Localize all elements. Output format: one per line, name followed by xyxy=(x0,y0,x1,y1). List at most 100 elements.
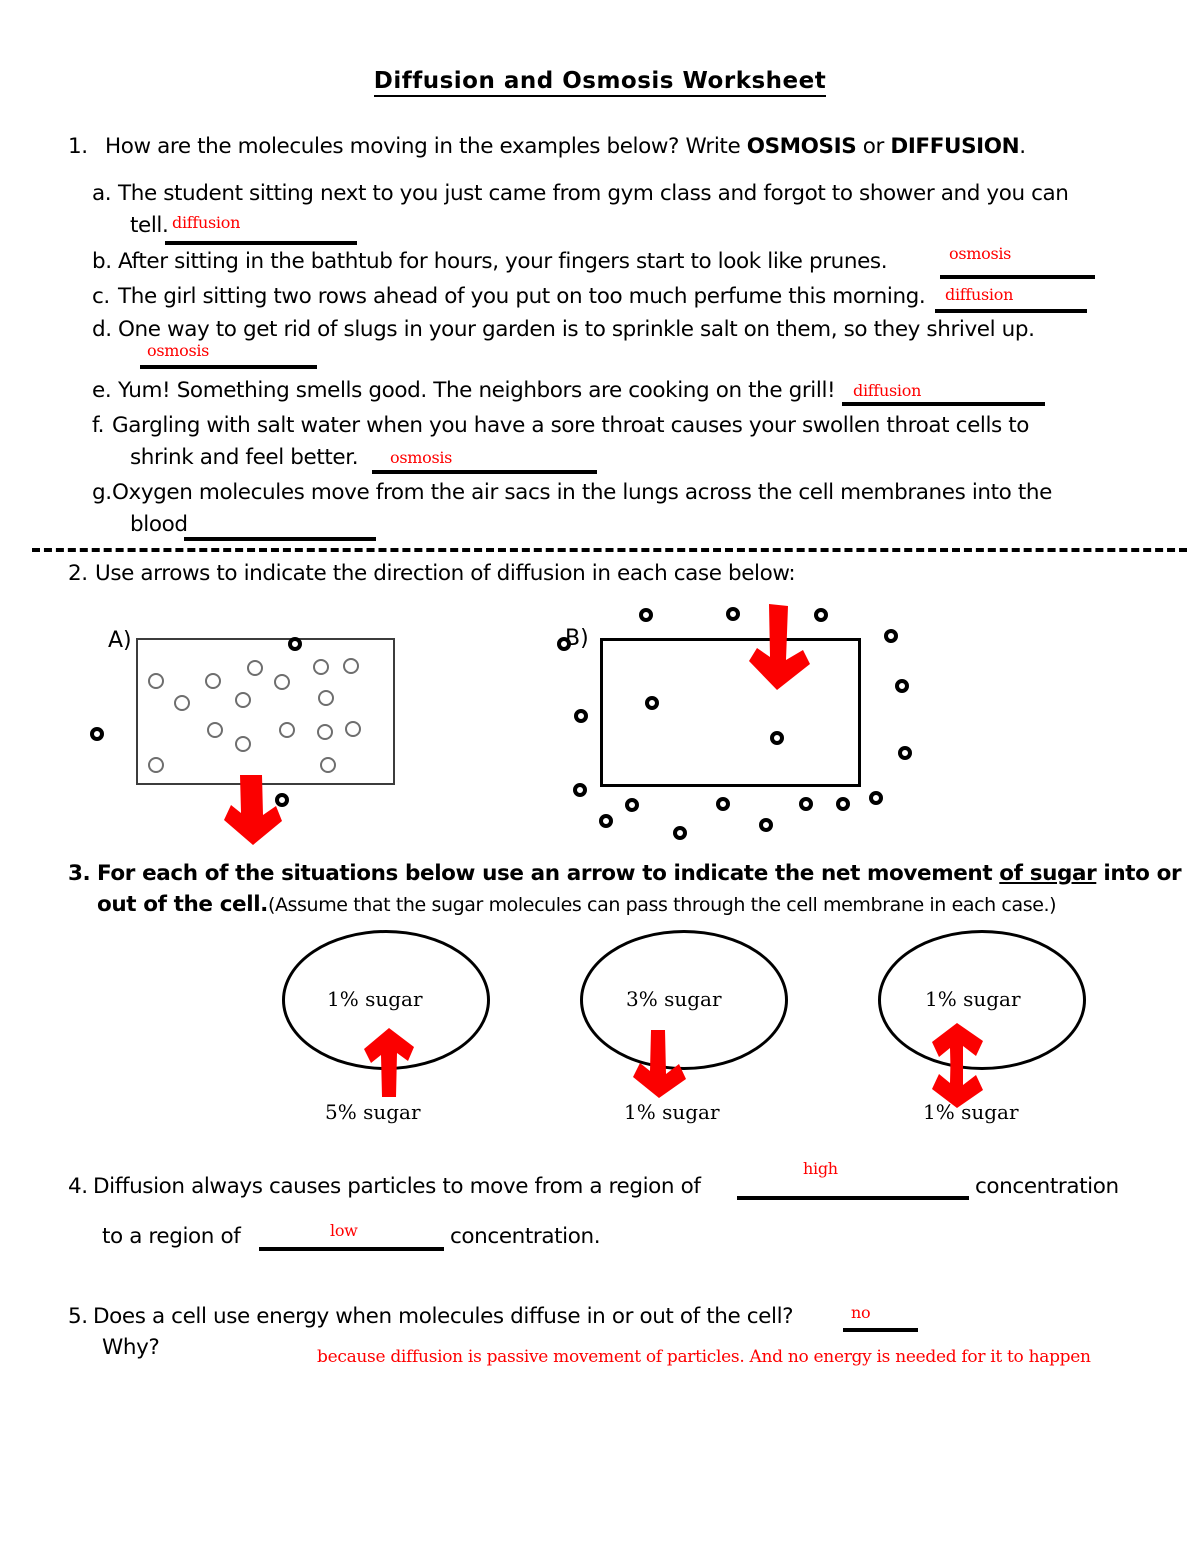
molecule-outside xyxy=(759,818,773,832)
molecule-outside xyxy=(799,797,813,811)
question-4-line2-post: concentration. xyxy=(450,1224,601,1249)
item-c-line1: The girl sitting two rows ahead of you p… xyxy=(118,284,926,309)
question-4-answer-1[interactable]: high xyxy=(803,1159,838,1178)
item-b-letter: b. xyxy=(92,249,112,274)
molecule-inside xyxy=(148,757,164,773)
item-e-line1: Yum! Something smells good. The neighbor… xyxy=(118,378,836,403)
diagram-a-arrow-icon xyxy=(224,775,282,845)
question-3-number: 3. xyxy=(68,861,91,886)
molecule-outside xyxy=(288,637,302,651)
item-f-blank[interactable] xyxy=(372,470,597,474)
item-a-answer[interactable]: diffusion xyxy=(172,213,240,232)
molecule-inside xyxy=(313,659,329,675)
molecule-inside xyxy=(247,660,263,676)
molecule-inside xyxy=(343,658,359,674)
molecule-inside xyxy=(174,695,190,711)
item-b-line1: After sitting in the bathtub for hours, … xyxy=(118,249,888,274)
item-e-blank[interactable] xyxy=(842,402,1045,406)
question-3-prompt-line2: out of the cell.(Assume that the sugar m… xyxy=(97,892,1057,917)
item-e-answer[interactable]: diffusion xyxy=(853,381,921,400)
molecule-outside xyxy=(726,607,740,621)
section-divider xyxy=(32,548,1187,552)
diagram-a-label: A) xyxy=(108,628,132,653)
question-4-blank-2[interactable] xyxy=(259,1247,444,1251)
question-4-line1-post: concentration xyxy=(975,1174,1119,1199)
molecule-outside xyxy=(836,797,850,811)
q3-prompt-pre: For each of the situations below use an … xyxy=(97,861,1000,886)
question-4-line1-pre: Diffusion always causes particles to mov… xyxy=(93,1174,701,1199)
molecule-inside xyxy=(770,731,784,745)
question-2-prompt: Use arrows to indicate the direction of … xyxy=(95,561,796,586)
molecule-inside xyxy=(345,721,361,737)
item-f-letter: f. xyxy=(92,413,105,438)
question-5-why-label: Why? xyxy=(102,1335,160,1360)
molecule-inside xyxy=(318,690,334,706)
page-title-text: Diffusion and Osmosis Worksheet xyxy=(373,68,827,97)
item-g-letter: g. xyxy=(92,480,112,505)
page-title: Diffusion and Osmosis Worksheet xyxy=(0,68,1200,97)
molecule-outside xyxy=(557,637,571,651)
item-g-blank[interactable] xyxy=(184,537,376,541)
molecule-outside xyxy=(639,608,653,622)
item-d-blank[interactable] xyxy=(140,365,317,369)
molecule-inside xyxy=(235,736,251,752)
item-c-answer[interactable]: diffusion xyxy=(945,285,1013,304)
item-c-letter: c. xyxy=(92,284,110,309)
molecule-inside xyxy=(317,724,333,740)
q3-prompt-line2-bold: out of the cell. xyxy=(97,892,268,917)
item-d-letter: d. xyxy=(92,317,112,342)
q1-prompt-pre: How are the molecules moving in the exam… xyxy=(105,134,747,159)
cell-2-inside-label: 3% sugar xyxy=(626,987,722,1011)
molecule-outside xyxy=(90,727,104,741)
molecule-outside xyxy=(574,709,588,723)
question-1-prompt: How are the molecules moving in the exam… xyxy=(105,135,1026,159)
item-a-line2: tell. xyxy=(130,213,169,238)
cell-2-outside-label: 1% sugar xyxy=(624,1100,720,1124)
question-5-blank[interactable] xyxy=(843,1328,918,1332)
item-d-answer[interactable]: osmosis xyxy=(147,341,209,360)
molecule-inside xyxy=(235,692,251,708)
q1-prompt-mid: or xyxy=(856,134,891,159)
molecule-inside xyxy=(645,696,659,710)
cell-3-inside-label: 1% sugar xyxy=(925,987,1021,1011)
q1-prompt-end: . xyxy=(1019,134,1026,159)
item-a-letter: a. xyxy=(92,181,112,206)
q3-prompt-note: (Assume that the sugar molecules can pas… xyxy=(267,894,1057,916)
item-f-line2: shrink and feel better. xyxy=(130,445,359,470)
q1-keyword-osmosis: OSMOSIS xyxy=(746,134,857,159)
item-b-blank[interactable] xyxy=(940,275,1095,279)
question-5-answer-short[interactable]: no xyxy=(851,1303,871,1322)
cell-1-outside-label: 5% sugar xyxy=(325,1100,421,1124)
item-a-blank[interactable] xyxy=(165,241,357,245)
item-a-line1: The student sitting next to you just cam… xyxy=(118,181,1069,206)
molecule-outside xyxy=(599,814,613,828)
molecule-inside xyxy=(274,674,290,690)
item-g-line2: blood xyxy=(130,512,188,537)
item-f-line1: Gargling with salt water when you have a… xyxy=(112,413,1030,438)
molecule-inside xyxy=(320,757,336,773)
question-4-answer-2[interactable]: low xyxy=(330,1221,358,1240)
molecule-outside xyxy=(275,793,289,807)
molecule-outside xyxy=(673,826,687,840)
molecule-inside xyxy=(205,673,221,689)
question-3-prompt-line1: For each of the situations below use an … xyxy=(97,861,1182,886)
cell-3-outside-label: 1% sugar xyxy=(923,1100,1019,1124)
question-2-number: 2. xyxy=(68,561,88,586)
molecule-outside xyxy=(898,746,912,760)
question-4-blank-1[interactable] xyxy=(737,1196,969,1200)
molecule-inside xyxy=(148,673,164,689)
molecule-inside xyxy=(279,722,295,738)
molecule-outside xyxy=(716,797,730,811)
molecule-outside xyxy=(573,783,587,797)
item-f-answer[interactable]: osmosis xyxy=(390,448,452,467)
question-1-number: 1. xyxy=(68,134,88,159)
question-5-number: 5. xyxy=(68,1304,88,1329)
item-g-line1: Oxygen molecules move from the air sacs … xyxy=(112,480,1052,505)
q3-keyword-of-sugar: of sugar xyxy=(999,861,1097,886)
item-b-answer[interactable]: osmosis xyxy=(949,244,1011,263)
item-c-blank[interactable] xyxy=(935,309,1087,313)
cell-1-inside-label: 1% sugar xyxy=(327,987,423,1011)
question-5-prompt: Does a cell use energy when molecules di… xyxy=(93,1304,794,1329)
question-5-answer-long[interactable]: because diffusion is passive movement of… xyxy=(317,1347,1091,1367)
item-e-letter: e. xyxy=(92,378,112,403)
